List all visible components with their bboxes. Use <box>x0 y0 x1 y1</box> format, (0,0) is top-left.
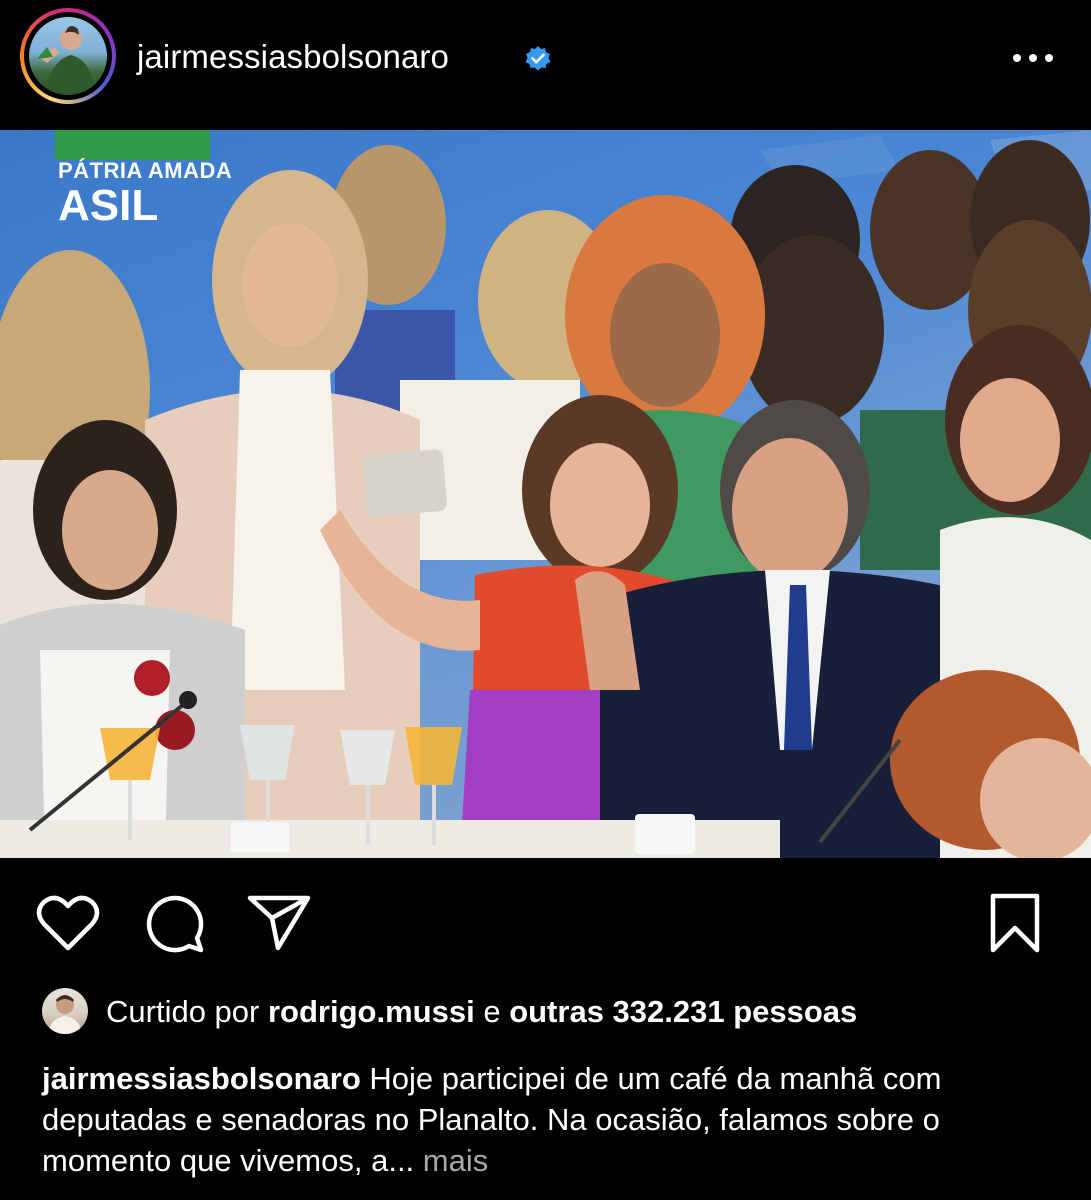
heart-icon[interactable] <box>36 894 100 952</box>
post-username[interactable]: jairmessiasbolsonaro <box>137 38 449 76</box>
likes-text: Curtido por rodrigo.mussi e outras 332.2… <box>106 994 857 1030</box>
action-bar <box>0 858 1091 978</box>
more-options-icon[interactable] <box>1010 47 1056 69</box>
likes-count[interactable]: outras 332.231 pessoas <box>509 994 857 1029</box>
avatar-photo <box>29 17 107 95</box>
verified-badge-icon <box>525 46 551 71</box>
comment-icon[interactable] <box>144 894 206 954</box>
banner-line-1: PÁTRIA AMADA <box>58 158 233 183</box>
likes-prefix: Curtido por <box>106 994 260 1029</box>
banner-line-2: ASIL <box>58 181 159 230</box>
post-header: jairmessiasbolsonaro <box>0 0 1091 130</box>
liker-username[interactable]: rodrigo.mussi <box>268 994 475 1029</box>
bookmark-icon[interactable] <box>988 892 1042 954</box>
liker-avatar[interactable] <box>42 988 88 1034</box>
send-icon[interactable] <box>246 892 312 952</box>
profile-avatar[interactable] <box>20 8 116 104</box>
caption-author[interactable]: jairmessiasbolsonaro <box>42 1061 361 1096</box>
post-caption: jairmessiasbolsonaro Hoje participei de … <box>42 1058 1052 1181</box>
caption-more-link[interactable]: mais <box>423 1143 488 1178</box>
likes-connector: e <box>483 994 501 1029</box>
likes-row[interactable]: Curtido por rodrigo.mussi e outras 332.2… <box>42 988 1072 1036</box>
post-photo[interactable]: PÁTRIA AMADA ASIL <box>0 130 1091 858</box>
backdrop-banner: PÁTRIA AMADA ASIL <box>58 160 232 228</box>
